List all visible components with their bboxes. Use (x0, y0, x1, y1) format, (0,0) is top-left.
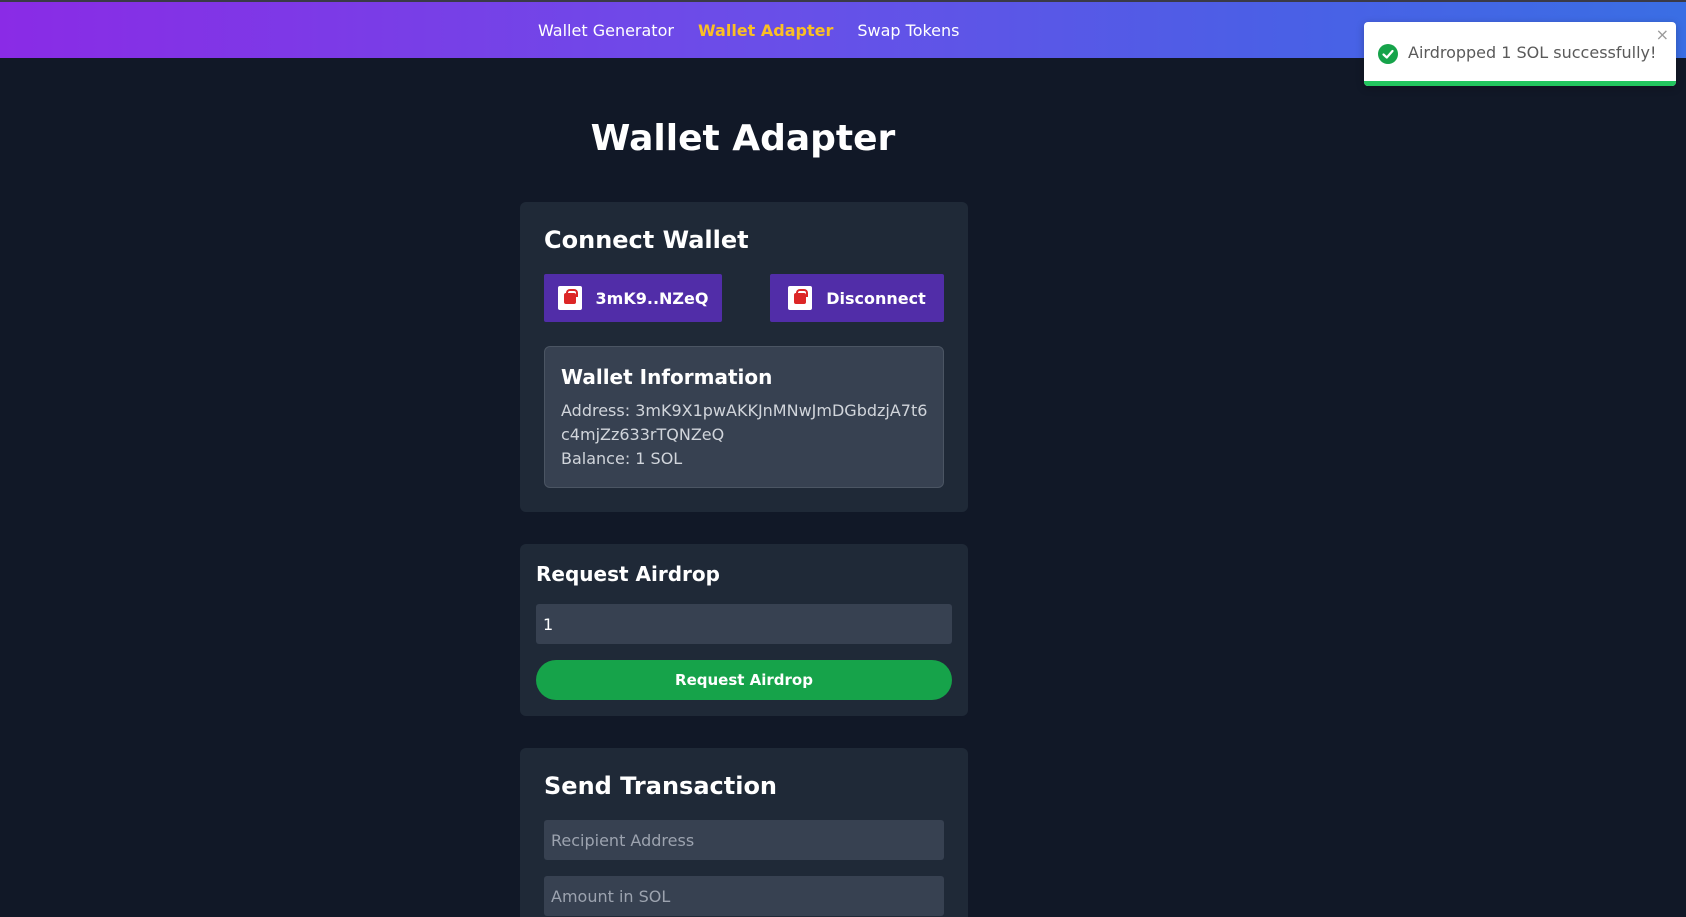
airdrop-amount-input[interactable] (536, 604, 952, 644)
wallet-balance-text: Balance: 1 SOL (561, 449, 683, 468)
toast-notification: Airdropped 1 SOL successfully! × (1364, 22, 1676, 86)
wallet-address-text-cont: c4mjZz633rTQNZeQ (561, 425, 725, 444)
request-airdrop-card: Request Airdrop Request Airdrop (520, 544, 968, 716)
request-airdrop-title: Request Airdrop (536, 562, 720, 586)
nav-link-wallet-adapter[interactable]: Wallet Adapter (698, 21, 833, 40)
close-icon[interactable]: × (1656, 26, 1669, 44)
send-transaction-title: Send Transaction (544, 772, 778, 800)
wallet-address-text: Address: 3mK9X1pwAKKJnMNwJmDGbdzjA7t6 (561, 401, 928, 420)
recipient-address-input[interactable] (544, 820, 944, 860)
check-circle-icon (1378, 44, 1398, 64)
nav-link-swap-tokens[interactable]: Swap Tokens (857, 21, 959, 40)
disconnect-label: Disconnect (826, 288, 926, 308)
disconnect-button[interactable]: Disconnect (770, 274, 944, 322)
wallet-info-box: Wallet Information Address: 3mK9X1pwAKKJ… (544, 346, 944, 488)
amount-sol-input[interactable] (544, 876, 944, 916)
wallet-icon (788, 286, 813, 310)
connect-wallet-title: Connect Wallet (544, 226, 749, 254)
request-airdrop-button[interactable]: Request Airdrop (536, 660, 952, 700)
wallet-address-button[interactable]: 3mK9..NZeQ (544, 274, 722, 322)
send-transaction-card: Send Transaction (520, 748, 968, 917)
nav-links: Wallet Generator Wallet Adapter Swap Tok… (538, 2, 960, 58)
wallet-icon (557, 286, 582, 310)
toast-progress-bar (1364, 81, 1676, 86)
wallet-address-label: 3mK9..NZeQ (595, 288, 709, 308)
page-title: Wallet Adapter (590, 118, 896, 159)
toast-message: Airdropped 1 SOL successfully! (1408, 43, 1657, 62)
wallet-info-title: Wallet Information (561, 365, 773, 389)
nav-link-wallet-generator[interactable]: Wallet Generator (538, 21, 674, 40)
connect-wallet-card: Connect Wallet 3mK9..NZeQ Disconnect Wal… (520, 202, 968, 512)
